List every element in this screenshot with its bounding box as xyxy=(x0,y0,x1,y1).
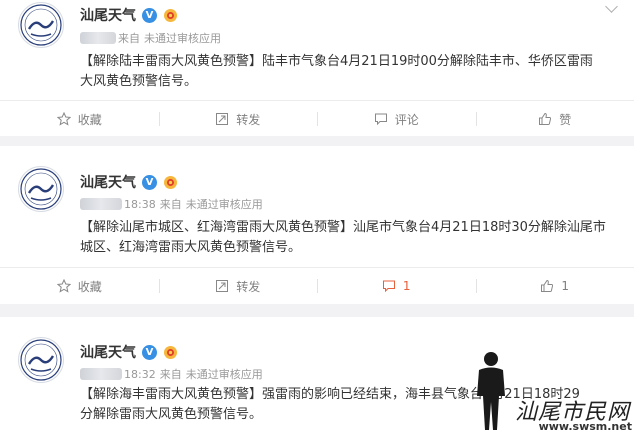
comment-label: 评论 xyxy=(394,112,419,127)
star-icon xyxy=(56,112,71,126)
author-name[interactable]: 汕尾天气 xyxy=(80,5,136,25)
blurred-time xyxy=(80,32,116,44)
repost-label: 转发 xyxy=(236,279,261,294)
star-icon xyxy=(56,279,71,293)
post-tag[interactable]: 【解除海丰雷雨大风黄色预警】 xyxy=(80,387,262,402)
source-prefix: 来自 xyxy=(118,32,140,45)
favorite-button[interactable]: 收藏 xyxy=(0,268,159,304)
repost-label: 转发 xyxy=(236,112,261,127)
author-name[interactable]: 汕尾天气 xyxy=(80,172,136,192)
post-content: 【解除汕尾市城区、红海湾雷雨大风黄色预警】汕尾市气象台4月21日18时30分解除… xyxy=(80,218,610,258)
author-name[interactable]: 汕尾天气 xyxy=(80,342,136,362)
blurred-date xyxy=(80,198,122,210)
comment-icon xyxy=(382,280,395,293)
post-content: 【解除陆丰雷雨大风黄色预警】陆丰市气象台4月21日19时00分解除陆丰市、华侨区… xyxy=(80,52,600,92)
source-prefix: 来自 xyxy=(159,198,182,211)
repost-button[interactable]: 转发 xyxy=(158,268,318,304)
weibo-post: 汕尾天气 V 18:38 来自 未通过审核应用 【解除汕尾市城区、红海湾雷雨大风… xyxy=(0,146,634,304)
post-tag[interactable]: 【解除陆丰雷雨大风黄色预警】 xyxy=(80,54,262,69)
like-label: 赞 xyxy=(559,112,572,127)
chevron-down-icon[interactable] xyxy=(605,0,618,13)
comment-button[interactable]: 1 xyxy=(317,268,476,304)
watermark-url: www.swsm.net xyxy=(538,420,632,433)
like-button[interactable]: 1 xyxy=(475,268,634,304)
government-badge-icon xyxy=(162,8,179,23)
action-bar: 收藏 转发 1 1 xyxy=(0,267,634,304)
repost-icon xyxy=(216,113,229,125)
source-app[interactable]: 未通过审核应用 xyxy=(186,366,263,382)
post-time[interactable]: 18:32 xyxy=(124,368,156,381)
verified-icon: V xyxy=(142,344,157,360)
action-bar: 收藏 转发 评论 赞 xyxy=(0,100,634,137)
verified-icon: V xyxy=(142,7,157,23)
like-count: 1 xyxy=(561,279,570,293)
post-time[interactable]: 18:38 xyxy=(124,198,156,211)
avatar[interactable] xyxy=(18,2,64,48)
thumbs-up-icon xyxy=(539,112,552,125)
thumbs-up-icon xyxy=(541,279,554,292)
avatar[interactable] xyxy=(18,166,64,212)
comment-icon xyxy=(374,113,387,126)
avatar[interactable] xyxy=(18,337,64,383)
favorite-label: 收藏 xyxy=(77,279,102,294)
comment-count: 1 xyxy=(402,279,411,293)
repost-icon xyxy=(216,280,229,292)
source-app[interactable]: 未通过审核应用 xyxy=(144,30,221,46)
government-badge-icon xyxy=(162,345,179,360)
source-app[interactable]: 未通过审核应用 xyxy=(186,196,263,212)
verified-icon: V xyxy=(142,174,157,190)
favorite-label: 收藏 xyxy=(77,112,102,127)
source-prefix: 来自 xyxy=(159,368,182,381)
favorite-button[interactable]: 收藏 xyxy=(0,101,159,137)
blurred-date xyxy=(80,368,122,380)
like-button[interactable]: 赞 xyxy=(475,101,634,137)
weibo-post: 汕尾天气 V 来自 未通过审核应用 【解除陆丰雷雨大风黄色预警】陆丰市气象台4月… xyxy=(0,0,634,136)
comment-button[interactable]: 评论 xyxy=(317,101,476,137)
silhouette-figure-icon xyxy=(477,352,505,430)
post-tag[interactable]: 【解除汕尾市城区、红海湾雷雨大风黄色预警】 xyxy=(80,220,353,235)
government-badge-icon xyxy=(162,175,179,190)
repost-button[interactable]: 转发 xyxy=(158,101,318,137)
site-watermark: 汕尾市民网 www.swsm.net xyxy=(462,348,634,433)
